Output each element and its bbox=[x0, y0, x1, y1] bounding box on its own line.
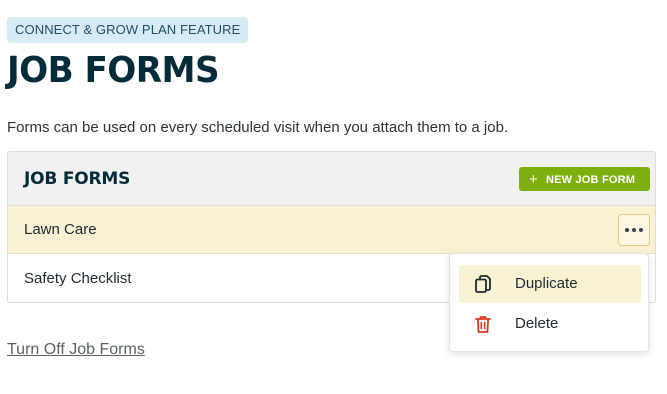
card-header: JOB FORMS + NEW JOB FORM bbox=[8, 152, 655, 206]
job-form-name: Safety Checklist bbox=[24, 270, 132, 287]
copy-icon bbox=[475, 275, 491, 293]
turn-off-job-forms-link[interactable]: Turn Off Job Forms bbox=[7, 339, 145, 361]
actions-dropdown-menu: Duplicate Delete bbox=[449, 253, 649, 352]
card-title: JOB FORMS bbox=[24, 169, 131, 189]
new-job-form-label: NEW JOB FORM bbox=[545, 174, 636, 186]
page-title: JOB FORMS bbox=[7, 50, 220, 91]
ellipsis-dot bbox=[625, 228, 629, 232]
trash-icon bbox=[475, 316, 491, 333]
duplicate-label: Duplicate bbox=[515, 275, 578, 292]
plus-icon: + bbox=[529, 171, 538, 188]
ellipsis-dot bbox=[639, 228, 643, 232]
duplicate-menu-item[interactable]: Duplicate bbox=[459, 265, 641, 303]
new-job-form-button[interactable]: + NEW JOB FORM bbox=[519, 167, 650, 191]
plan-feature-badge: CONNECT & GROW PLAN FEATURE bbox=[7, 17, 249, 43]
delete-menu-item[interactable]: Delete bbox=[459, 305, 641, 343]
more-actions-button[interactable] bbox=[618, 214, 650, 246]
page-description: Forms can be used on every scheduled vis… bbox=[7, 119, 509, 136]
delete-label: Delete bbox=[515, 315, 559, 332]
job-form-row-lawn-care[interactable]: Lawn Care bbox=[8, 206, 655, 254]
job-form-name: Lawn Care bbox=[24, 221, 97, 238]
ellipsis-dot bbox=[632, 228, 636, 232]
